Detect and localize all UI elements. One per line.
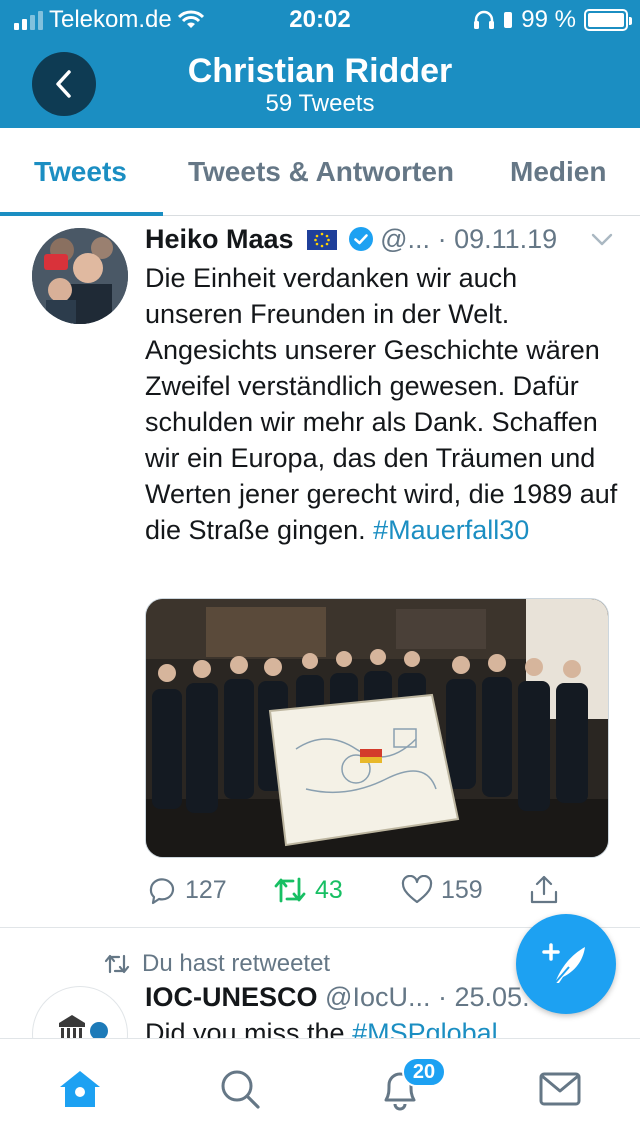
status-bar: Telekom.de 20:02 99 %: [0, 0, 640, 40]
page-title: Christian Ridder: [187, 52, 453, 90]
verified-icon: [348, 227, 373, 251]
nav-messages[interactable]: [536, 1065, 584, 1113]
battery-icon: [584, 9, 632, 31]
author-name[interactable]: Heiko Maas: [145, 224, 294, 254]
mail-icon: [539, 1072, 581, 1106]
tweet-header: Heiko Maas @... · 09.11.19: [145, 224, 615, 260]
nav-search[interactable]: [216, 1065, 264, 1113]
reply-icon: [149, 878, 175, 905]
retweet-icon: [104, 954, 130, 974]
avatar[interactable]: [32, 986, 128, 1038]
author-handle[interactable]: @...: [380, 224, 430, 254]
hashtag-link[interactable]: #MSPglobal: [352, 1018, 498, 1038]
avatar-image: [32, 228, 128, 324]
tweet-text: Did you miss the #MSPglobal: [145, 1018, 498, 1038]
tab-media[interactable]: Medien: [510, 128, 606, 216]
compose-feather-icon: [542, 943, 585, 984]
search-icon: [221, 1070, 260, 1109]
tweet-text: Die Einheit verdanken wir auch unseren F…: [145, 260, 620, 548]
tweet-header: IOC-UNESCO @IocU... · 25.05.: [145, 982, 530, 1013]
profile-tabs: Tweets Tweets & Antworten Medien: [0, 128, 640, 216]
nav-home[interactable]: [56, 1065, 104, 1113]
author-handle[interactable]: @IocU...: [325, 982, 430, 1012]
tweet-date[interactable]: 09.11.19: [454, 224, 557, 254]
headphones-icon: [474, 10, 495, 29]
tweet-photo[interactable]: [145, 598, 609, 858]
status-right: 99 %: [473, 6, 632, 34]
tweet-actions: 127 43 159: [145, 868, 585, 912]
orientation-lock-icon: [504, 12, 513, 28]
like-button[interactable]: 159: [401, 868, 483, 912]
tweet-count: 59 Tweets: [265, 90, 375, 117]
group-photo-image: [146, 599, 608, 857]
reply-count: 127: [185, 875, 227, 904]
retweet-icon: [274, 877, 306, 903]
tweet[interactable]: Heiko Maas @... · 09.11.19 Die Einheit v…: [0, 216, 640, 928]
retweet-context-label: Du hast retweetet: [142, 950, 331, 977]
avatar[interactable]: [32, 228, 128, 324]
home-icon: [60, 1071, 100, 1107]
header-separator: ·: [437, 224, 447, 254]
like-count: 159: [441, 875, 483, 904]
reply-button[interactable]: 127: [145, 868, 227, 912]
heart-icon: [401, 875, 433, 904]
bottom-nav: 20: [0, 1038, 640, 1136]
battery-percent: 99 %: [521, 6, 576, 33]
author-name[interactable]: IOC-UNESCO: [145, 982, 318, 1012]
top-bar: Telekom.de 20:02 99 % Christian Ridder 5…: [0, 0, 640, 128]
tab-tweets[interactable]: Tweets: [34, 128, 127, 216]
retweet-context: Du hast retweetet: [104, 950, 330, 978]
tweet-body: Die Einheit verdanken wir auch unseren F…: [145, 263, 618, 545]
unesco-logo: [59, 1015, 108, 1038]
retweet-button[interactable]: 43: [273, 868, 343, 912]
share-button[interactable]: [529, 868, 559, 912]
tab-tweets-replies[interactable]: Tweets & Antworten: [188, 128, 454, 216]
compose-tweet-button[interactable]: [516, 914, 616, 1014]
tweet-date[interactable]: 25.05.: [455, 982, 530, 1012]
share-icon: [530, 875, 558, 904]
hashtag-link[interactable]: #Mauerfall30: [373, 515, 529, 545]
tweet-body: Did you miss the: [145, 1018, 353, 1038]
eu-flag-icon: [307, 230, 338, 250]
header-separator: ·: [437, 982, 447, 1012]
retweet-count: 43: [315, 875, 343, 904]
chevron-down-icon[interactable]: [589, 226, 615, 259]
notifications-badge: 20: [402, 1057, 446, 1087]
